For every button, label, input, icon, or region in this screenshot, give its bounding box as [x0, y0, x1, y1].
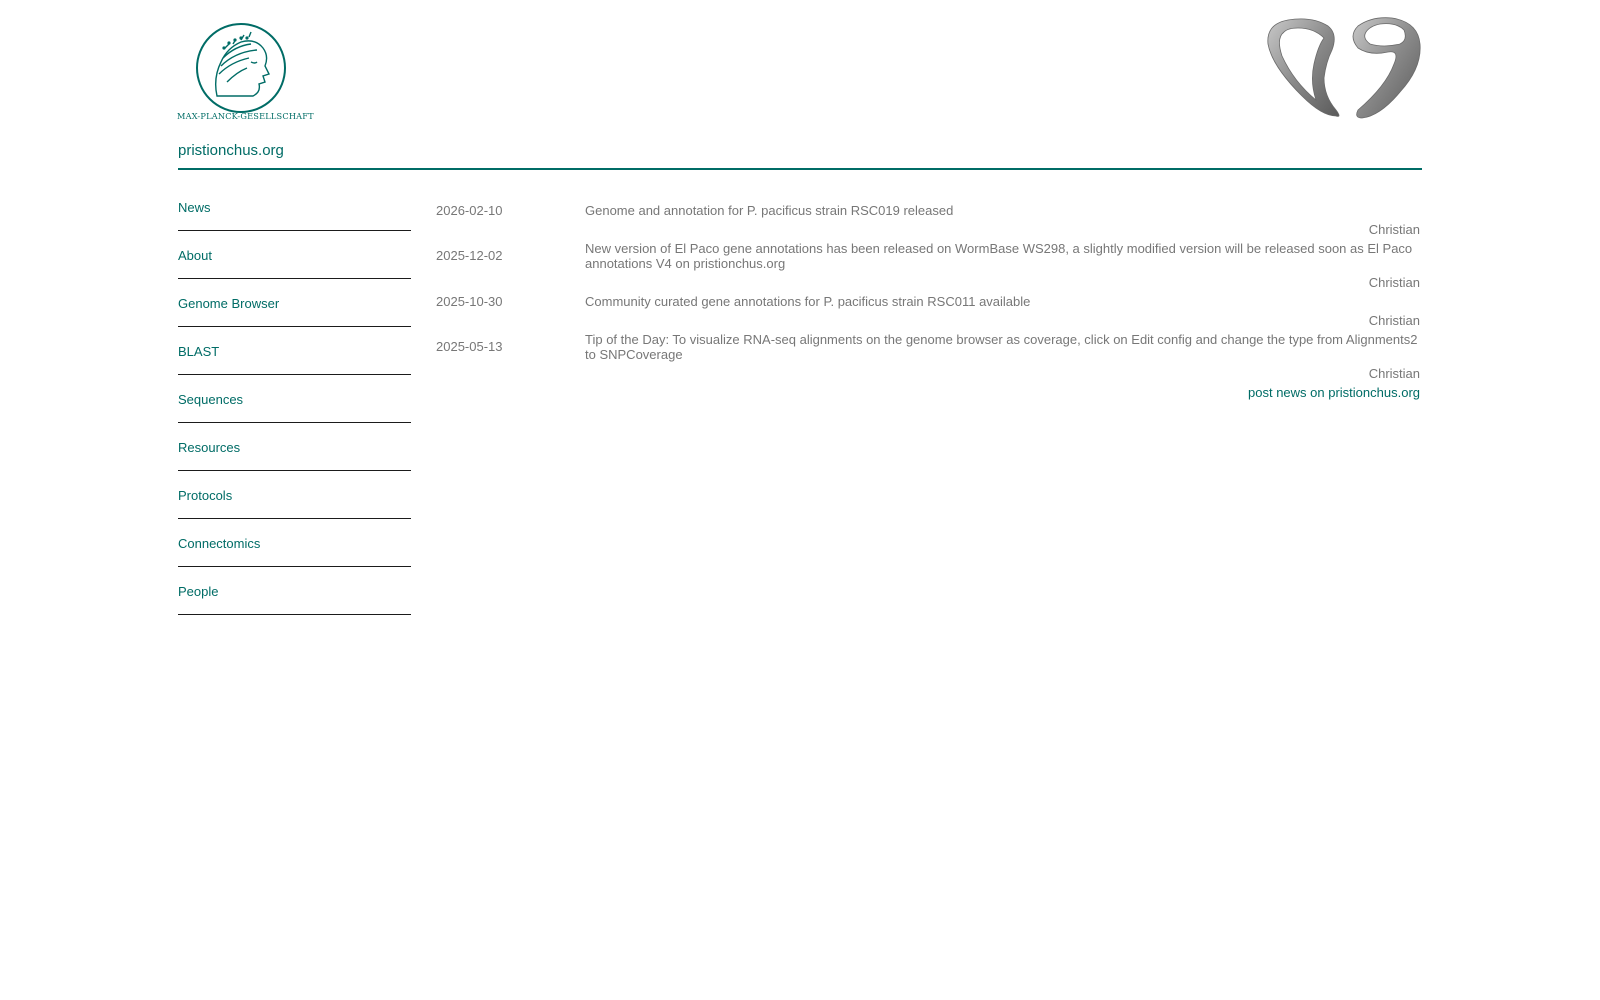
sidebar-item-connectomics: Connectomics — [178, 519, 411, 567]
news-author: Christian — [1368, 313, 1420, 328]
news-item: 2026-02-10 Genome and annotation for P. … — [436, 200, 1420, 237]
sidebar-item-news: News — [178, 183, 411, 231]
news-item: 2025-10-30 Community curated gene annota… — [436, 291, 1420, 328]
sidebar-item-protocols: Protocols — [178, 471, 411, 519]
sidebar-item-people: People — [178, 567, 411, 615]
news-text: Tip of the Day: To visualize RNA-seq ali… — [585, 332, 1418, 362]
news-author: Christian — [1368, 366, 1420, 381]
sidebar-link-people[interactable]: People — [178, 584, 218, 599]
sidebar-link-blast[interactable]: BLAST — [178, 344, 219, 359]
sidebar-link-genome-browser[interactable]: Genome Browser — [178, 296, 279, 311]
news-date: 2026-02-10 — [436, 203, 503, 218]
sidebar-item-about: About — [178, 231, 411, 279]
sidebar-item-genome-browser: Genome Browser — [178, 279, 411, 327]
news-text: Community curated gene annotations for P… — [585, 294, 1031, 309]
post-news-link[interactable]: post news on pristionchus.org — [1248, 385, 1420, 400]
news-item: 2025-05-13 Tip of the Day: To visualize … — [436, 329, 1420, 381]
news-item: 2025-12-02 New version of El Paco gene a… — [436, 238, 1420, 290]
news-list: 2026-02-10 Genome and annotation for P. … — [436, 200, 1420, 400]
worm-logo — [1267, 17, 1421, 119]
site-title: pristionchus.org — [178, 142, 284, 159]
news-date: 2025-10-30 — [436, 294, 503, 309]
max-planck-logo[interactable] — [177, 18, 305, 122]
sidebar-link-protocols[interactable]: Protocols — [178, 488, 232, 503]
post-news-container: post news on pristionchus.org — [436, 385, 1420, 400]
sidebar-item-sequences: Sequences — [178, 375, 411, 423]
sidebar-nav: News About Genome Browser BLAST Sequence… — [178, 183, 411, 615]
news-author: Christian — [1368, 275, 1420, 290]
header-divider — [178, 168, 1422, 170]
page: MAX-PLANCK-GESELLSCHAFT pristionchus.org… — [0, 0, 1600, 1000]
sidebar-link-about[interactable]: About — [178, 248, 212, 263]
news-author: Christian — [1368, 222, 1420, 237]
news-text: Genome and annotation for P. pacificus s… — [585, 203, 954, 218]
max-planck-logo-text: MAX-PLANCK-GESELLSCHAFT — [177, 111, 314, 121]
news-date: 2025-05-13 — [436, 339, 503, 354]
sidebar-link-sequences[interactable]: Sequences — [178, 392, 243, 407]
sidebar-link-connectomics[interactable]: Connectomics — [178, 536, 260, 551]
sidebar-link-resources[interactable]: Resources — [178, 440, 240, 455]
news-text: New version of El Paco gene annotations … — [585, 241, 1413, 271]
sidebar-item-blast: BLAST — [178, 327, 411, 375]
sidebar-link-news[interactable]: News — [178, 200, 211, 215]
news-date: 2025-12-02 — [436, 248, 503, 263]
sidebar-item-resources: Resources — [178, 423, 411, 471]
